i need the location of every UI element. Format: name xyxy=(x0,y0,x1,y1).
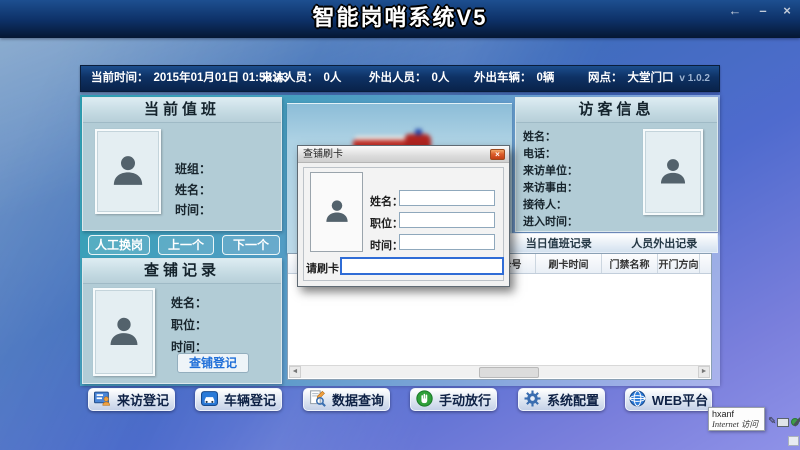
dialog-title[interactable]: 查铺刷卡 xyxy=(298,146,509,163)
dialog-name-input[interactable] xyxy=(399,190,495,206)
data-query-icon xyxy=(309,390,326,410)
duty-time-label: 时间： xyxy=(175,201,211,218)
tooltip-title: hxanf xyxy=(712,409,761,419)
site-name: 网点： 大堂门口 xyxy=(588,66,674,91)
system-config-label: 系统配置 xyxy=(547,390,599,409)
keyboard-icon[interactable] xyxy=(777,418,789,427)
scroll-left-arrow[interactable]: ◄ xyxy=(289,366,301,378)
scroll-thumb[interactable] xyxy=(479,367,539,378)
visitor-register-button[interactable]: 来访登记 xyxy=(88,388,175,411)
visitor-reason-label: 来访事由： xyxy=(523,179,578,195)
duty-panel: 当前值班 班组： 姓名： 时间： xyxy=(82,97,282,231)
site-label: 网点： xyxy=(588,72,623,84)
visitor-register-icon xyxy=(94,390,111,410)
duty-name-label: 姓名： xyxy=(175,181,211,198)
tray-tooltip: hxanf Internet 访问 xyxy=(708,407,765,431)
person-icon xyxy=(656,153,690,192)
visitor-register-label: 来访登记 xyxy=(117,390,169,409)
pen-icon[interactable]: ✎ xyxy=(768,417,776,427)
manual-release-label: 手动放行 xyxy=(439,390,491,409)
out-person-value: 0人 xyxy=(432,72,450,84)
scroll-right-arrow[interactable]: ► xyxy=(698,366,710,378)
bedcheck-position-label: 职位： xyxy=(171,316,207,333)
visitor-unit-label: 来访单位： xyxy=(523,162,578,178)
visitor-receiver-label: 接待人： xyxy=(523,196,567,212)
person-icon xyxy=(322,195,352,230)
out-vehicle-value: 0辆 xyxy=(537,72,555,84)
dialog-position-input[interactable] xyxy=(399,212,495,228)
bedcheck-panel: 查铺记录 姓名： 职位： 时间： 查铺登记 xyxy=(82,258,282,384)
visitor-count: 来访人员： 0人 xyxy=(261,66,341,91)
manual-shift-button[interactable]: 人工换岗 xyxy=(88,235,150,255)
person-icon xyxy=(105,311,143,354)
web-platform-button[interactable]: WEB平台 xyxy=(625,388,712,411)
version-text: v 1.0.2 xyxy=(679,66,710,91)
visitor-count-label: 来访人员： xyxy=(261,72,319,84)
manual-release-icon xyxy=(416,390,433,410)
dialog-time-input[interactable] xyxy=(399,234,495,250)
duty-team-label: 班组： xyxy=(175,160,211,177)
visitor-name-label: 姓名： xyxy=(523,128,556,144)
system-config-icon xyxy=(524,390,541,410)
visitor-photo xyxy=(643,129,703,215)
bedcheck-register-button[interactable]: 查铺登记 xyxy=(177,353,249,373)
next-button[interactable]: 下一个 xyxy=(222,235,280,255)
tab-duty-records[interactable]: 当日值班记录 xyxy=(506,235,612,251)
swipe-card-input[interactable] xyxy=(340,257,504,275)
bedcheck-panel-title: 查铺记录 xyxy=(83,259,281,284)
current-time: 当前时间：2015年01月01日 01:58:43 xyxy=(91,66,288,91)
bedcheck-name-label: 姓名： xyxy=(171,294,207,311)
vehicle-register-icon xyxy=(201,390,218,410)
current-time-label: 当前时间： xyxy=(91,72,149,84)
out-person-label: 外出人员： xyxy=(369,72,427,84)
out-vehicle-label: 外出车辆： xyxy=(474,72,532,84)
duty-panel-title: 当前值班 xyxy=(83,98,281,123)
site-value: 大堂门口 xyxy=(628,72,674,84)
data-query-label: 数据查询 xyxy=(332,390,384,409)
visitor-entry-time-label: 进入时间： xyxy=(523,213,578,229)
back-button[interactable]: ← xyxy=(726,3,744,19)
web-platform-label: WEB平台 xyxy=(652,390,708,409)
header-door-name[interactable]: 门禁名称 xyxy=(602,254,658,273)
manual-release-button[interactable]: 手动放行 xyxy=(410,388,497,411)
out-vehicle-count: 外出车辆： 0辆 xyxy=(474,66,554,91)
header-door-direction[interactable]: 开门方向 xyxy=(658,254,700,273)
language-bar-corner[interactable] xyxy=(788,436,799,446)
data-query-button[interactable]: 数据查询 xyxy=(303,388,390,411)
header-swipe-time[interactable]: 刷卡时间 xyxy=(536,254,602,273)
vehicle-register-label: 车辆登记 xyxy=(224,390,276,409)
table-horizontal-scrollbar[interactable]: ◄ ► xyxy=(289,365,710,378)
truck-light xyxy=(415,129,422,135)
minimize-button[interactable]: – xyxy=(754,3,772,19)
vehicle-register-button[interactable]: 车辆登记 xyxy=(195,388,282,411)
close-button[interactable]: × xyxy=(778,3,796,19)
record-tabs: 当日值班记录 人员外出记录 xyxy=(505,233,718,253)
dialog-close-icon[interactable]: × xyxy=(490,149,505,160)
duty-photo xyxy=(95,129,161,214)
web-platform-icon xyxy=(629,390,646,410)
header-filler-end xyxy=(700,254,711,273)
visitor-phone-label: 电话： xyxy=(523,145,556,161)
title-banner: 智能岗哨系统V5 xyxy=(0,0,800,38)
tab-outing-records[interactable]: 人员外出记录 xyxy=(612,235,718,251)
bedcheck-photo xyxy=(93,288,155,376)
dialog-photo xyxy=(310,172,363,252)
system-config-button[interactable]: 系统配置 xyxy=(518,388,605,411)
visitor-panel: 访客信息 姓名： 电话： 来访单位： 来访事由： 接待人： 进入时间： xyxy=(515,97,718,232)
tooltip-subtitle: Internet 访问 xyxy=(712,419,761,429)
previous-button[interactable]: 上一个 xyxy=(158,235,214,255)
out-person-count: 外出人员： 0人 xyxy=(369,66,449,91)
visitor-count-value: 0人 xyxy=(324,72,342,84)
app-title: 智能岗哨系统V5 xyxy=(0,0,800,36)
status-bar: 当前时间：2015年01月01日 01:58:43 来访人员： 0人 外出人员： 0… xyxy=(80,65,720,92)
person-icon xyxy=(108,149,148,194)
bedcheck-swipe-dialog: 查铺刷卡 × 姓名： 职位： 时间： 请刷卡： xyxy=(297,145,510,287)
visitor-panel-title: 访客信息 xyxy=(516,98,717,123)
